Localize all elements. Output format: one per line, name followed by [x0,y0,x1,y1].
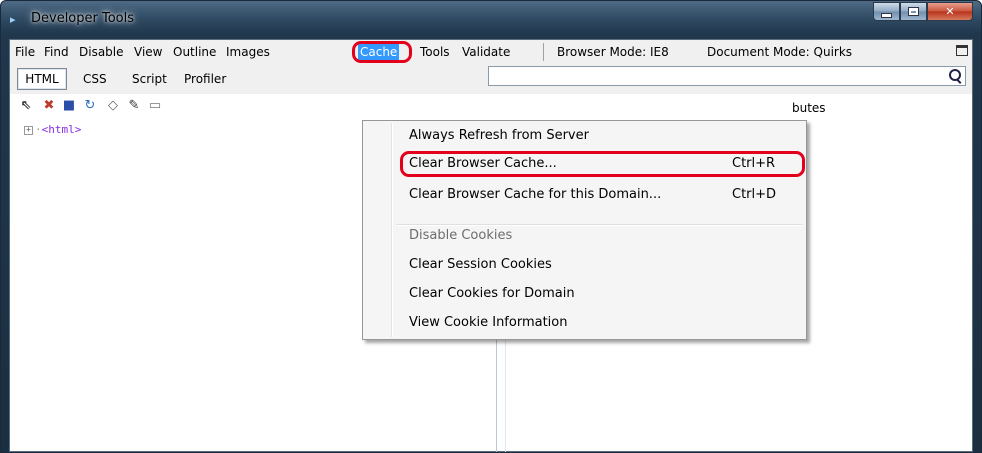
menu-tools[interactable]: Tools [420,44,450,60]
menu-item-clear-cookies-domain[interactable]: Clear Cookies for Domain [409,283,575,305]
menu-item-label: Disable Cookies [409,228,513,243]
search-input[interactable] [488,66,966,86]
maximize-button[interactable] [900,2,927,21]
devtools-client-area: File Find Disable View Outline Images Ca… [9,39,973,452]
close-icon: ✕ [945,5,955,18]
menu-find[interactable]: Find [44,44,69,60]
word-wrap-icon[interactable]: ▭ [147,98,163,114]
clear-highlight-icon[interactable]: ✖ [41,98,57,114]
menu-images[interactable]: Images [226,44,270,60]
expand-icon[interactable]: + [24,126,33,135]
document-mode-menu[interactable]: Document Mode: Quirks [707,44,852,60]
tree-connector: · [35,123,42,136]
search-icon[interactable] [949,69,961,81]
maximize-icon [908,7,919,16]
html-toolbar: ⇖ ✖ ■ ↻ ◇ ✎ ▭ butes [10,94,972,120]
developer-tools-window: ▸ Developer Tools ✕ File Find Disable Vi… [0,0,982,453]
menu-item-label: Clear Cookies for Domain [409,286,575,301]
clear-cache-highlight-ring [400,151,805,177]
title-bar[interactable]: ▸ Developer Tools ✕ [1,1,981,37]
menu-item-disable-cookies[interactable]: Disable Cookies [409,225,512,247]
menu-view[interactable]: View [134,44,162,60]
tab-css[interactable]: CSS [83,70,107,88]
app-icon: ▸ [10,13,16,26]
menu-item-clear-cache-domain[interactable]: Clear Browser Cache for this Domain... Ct… [409,184,776,206]
dom-icon[interactable]: ◇ [105,98,121,114]
menu-icon-gutter [391,123,393,337]
menu-item-shortcut: Ctrl+D [732,187,777,202]
close-button[interactable]: ✕ [927,2,973,21]
save-icon[interactable]: ■ [61,98,77,114]
menu-disable[interactable]: Disable [79,44,124,60]
menu-item-view-cookie-info[interactable]: View Cookie Information [409,312,568,334]
menu-item-label: Always Refresh from Server [409,128,589,143]
select-element-icon[interactable]: ⇖ [18,98,34,114]
menu-bar: File Find Disable View Outline Images Ca… [10,40,972,65]
tree-node-html[interactable]: <html> [42,123,82,136]
menu-item-always-refresh[interactable]: Always Refresh from Server [409,125,589,147]
menu-item-clear-session-cookies[interactable]: Clear Session Cookies [409,254,552,276]
restore-panel-icon[interactable] [956,45,968,56]
edit-icon[interactable]: ✎ [126,98,142,114]
refresh-icon[interactable]: ↻ [82,98,98,114]
cache-menu-highlight-ring [352,41,412,63]
tab-html[interactable]: HTML [17,68,67,90]
tab-profiler[interactable]: Profiler [184,70,226,88]
minimize-button[interactable] [873,2,900,21]
dom-tree: + ·<html> [24,123,81,136]
window-title: Developer Tools [31,11,135,26]
menu-item-label: Clear Session Cookies [409,257,552,272]
menu-file[interactable]: File [15,44,35,60]
minimize-icon [881,12,892,18]
cache-dropdown-menu: Always Refresh from Server Clear Browser… [362,120,807,340]
window-controls: ✕ [873,2,973,22]
menu-item-label: Clear Browser Cache for this Domain... [409,187,662,202]
tab-bar: HTML CSS Script Profiler [10,64,972,95]
tab-script[interactable]: Script [132,70,167,88]
menu-validate[interactable]: Validate [462,44,510,60]
menu-item-label: View Cookie Information [409,315,568,330]
attributes-tab-label[interactable]: butes [792,101,826,115]
menu-outline[interactable]: Outline [173,44,216,60]
menu-separator [543,43,544,61]
browser-mode-menu[interactable]: Browser Mode: IE8 [557,44,669,60]
